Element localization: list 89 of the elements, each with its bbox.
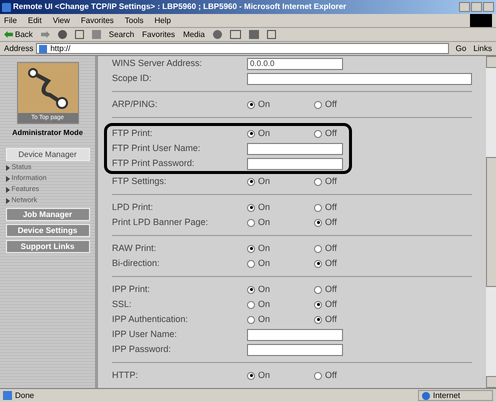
path-logo-icon: [18, 63, 78, 113]
radio-label: On: [258, 368, 270, 382]
status-text: Done: [15, 390, 36, 402]
setting-label: IPP User Name:: [112, 328, 178, 341]
radio-label: On: [258, 256, 270, 270]
setting-label: Print LPD Banner Page:: [112, 216, 210, 229]
go-button[interactable]: Go: [452, 42, 470, 54]
menu-item[interactable]: View: [52, 14, 70, 26]
radio-button[interactable]: [247, 130, 255, 138]
radio-label: On: [258, 312, 270, 326]
radio-label: Off: [325, 256, 337, 270]
radio-button[interactable]: [314, 130, 322, 138]
radio-button[interactable]: [314, 100, 322, 108]
input-field[interactable]: [247, 72, 472, 84]
radio-label: Off: [325, 282, 337, 296]
radio-button[interactable]: [314, 260, 322, 268]
zone-panel: Internet: [418, 390, 493, 401]
radio-label: On: [258, 98, 270, 111]
setting-label: FTP Settings:: [112, 174, 168, 188]
window-title: Remote UI <Change TCP/IP Settings> : LBP5960 ; LBP5960 - Microsoft Internet Explorer: [13, 1, 348, 13]
radio-button[interactable]: [247, 300, 255, 308]
menu-item[interactable]: File: [4, 14, 17, 26]
input-field[interactable]: [247, 158, 343, 170]
setting-label: RAW Print:: [112, 242, 158, 255]
input-field[interactable]: [247, 328, 343, 340]
menu-item[interactable]: Favorites: [80, 14, 114, 26]
favorites-button[interactable]: Favorites: [142, 28, 176, 40]
radio-label: On: [258, 126, 270, 140]
radio-button[interactable]: [247, 316, 255, 324]
radio-button[interactable]: [247, 100, 255, 108]
address-label: Address: [4, 42, 34, 54]
radio-button[interactable]: [247, 260, 255, 268]
setting-label: FTP Print:: [112, 126, 154, 140]
setting-label: LPD Print:: [112, 200, 154, 214]
radio-label: Off: [325, 298, 337, 311]
radio-label: On: [258, 174, 270, 188]
nav-button[interactable]: Device Manager: [6, 148, 90, 162]
radio-button[interactable]: [314, 204, 322, 212]
radio-label: Off: [325, 368, 337, 382]
radio-button[interactable]: [314, 300, 322, 308]
input-field[interactable]: 0.0.0.0: [247, 58, 343, 70]
radio-button[interactable]: [247, 372, 255, 380]
radio-label: On: [258, 216, 270, 229]
menu-item[interactable]: Help: [154, 14, 171, 26]
setting-label: HTTP:: [112, 368, 139, 382]
media-button[interactable]: Media: [183, 28, 205, 40]
input-field[interactable]: [247, 344, 343, 356]
setting-label: Bi-direction:: [112, 256, 161, 270]
setting-label: Scope ID:: [112, 72, 153, 85]
address-field[interactable]: http://: [36, 43, 449, 54]
radio-label: On: [258, 298, 270, 311]
radio-button[interactable]: [314, 372, 322, 380]
forward-arrow-icon[interactable]: [40, 31, 50, 38]
radio-label: Off: [325, 200, 337, 214]
radio-label: Off: [325, 216, 337, 229]
radio-label: Off: [325, 126, 337, 140]
radio-label: On: [258, 200, 270, 214]
radio-button[interactable]: [314, 286, 322, 294]
setting-label: IPP Password:: [112, 342, 172, 356]
radio-button[interactable]: [247, 244, 255, 252]
radio-button[interactable]: [247, 218, 255, 226]
setting-label: IPP Authentication:: [112, 312, 189, 326]
menu-item[interactable]: Tools: [124, 14, 144, 26]
radio-button[interactable]: [247, 286, 255, 294]
radio-button[interactable]: [314, 218, 322, 226]
radio-button[interactable]: [314, 244, 322, 252]
setting-label: ARP/PING:: [112, 98, 159, 111]
radio-label: On: [258, 242, 270, 255]
radio-label: Off: [325, 174, 337, 188]
setting-label: FTP Print User Name:: [112, 142, 202, 155]
setting-label: WINS Server Address:: [112, 56, 204, 70]
search-button[interactable]: Search: [108, 28, 134, 40]
setting-label: IPP Print:: [112, 282, 151, 296]
radio-label: On: [258, 282, 270, 296]
radio-label: Off: [325, 242, 337, 255]
radio-button[interactable]: [314, 178, 322, 186]
radio-button[interactable]: [247, 204, 255, 212]
radio-label: Off: [325, 98, 337, 111]
radio-button[interactable]: [314, 316, 322, 324]
radio-button[interactable]: [247, 178, 255, 186]
back-button[interactable]: Back: [4, 28, 33, 40]
menu-item[interactable]: Edit: [28, 14, 42, 26]
links-button[interactable]: Links: [473, 42, 492, 54]
setting-label: FTP Print Password:: [112, 156, 196, 170]
input-field[interactable]: [247, 142, 343, 154]
back-arrow-icon: [4, 31, 13, 38]
scrollbar[interactable]: [486, 56, 496, 388]
setting-label: SSL:: [112, 298, 133, 311]
radio-label: Off: [325, 312, 337, 326]
